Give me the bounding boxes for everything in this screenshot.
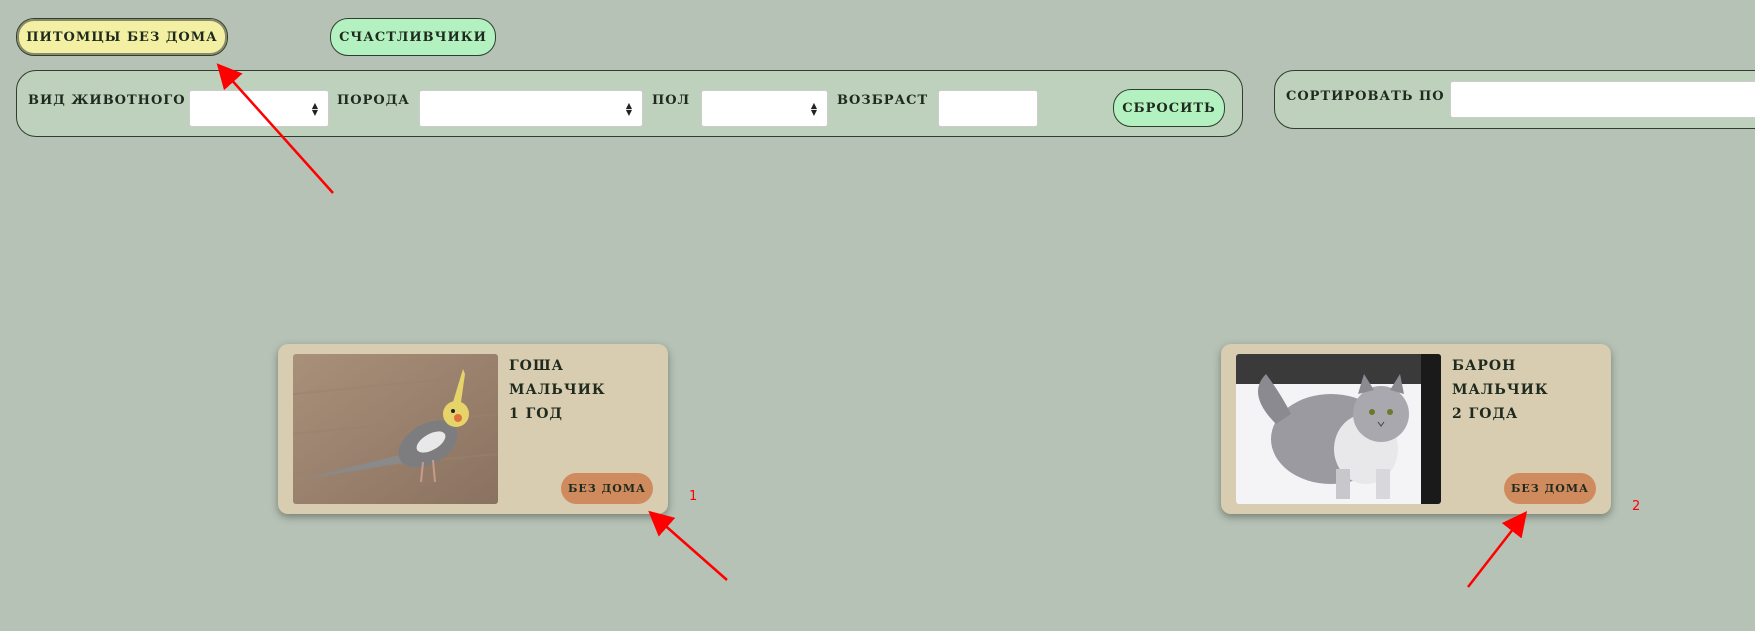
breed-label: порода — [337, 93, 410, 108]
pet-info: барон мальчик 2 года — [1452, 354, 1549, 426]
status-button[interactable]: без дома — [561, 473, 653, 504]
select-arrows-icon: ▲ ▼ — [311, 100, 318, 117]
tab-homeless-pets[interactable]: питомцы без дома — [16, 18, 228, 56]
species-select[interactable]: ▲ ▼ — [189, 90, 329, 127]
reset-button[interactable]: сбросить — [1113, 89, 1225, 127]
pet-info: гоша мальчик 1 год — [509, 354, 606, 426]
filter-panel: вид животного ▲ ▼ порода ▲ ▼ пол ▲ ▼ возбра… — [16, 70, 1243, 137]
pet-card[interactable]: гоша мальчик 1 год без дома — [278, 344, 668, 514]
arrow-to-status-1 — [648, 510, 728, 581]
pet-name: барон — [1452, 358, 1517, 374]
sort-input[interactable] — [1450, 81, 1755, 118]
cat-photo — [1236, 354, 1441, 504]
annotation-marker-1: 1 — [689, 489, 698, 504]
sex-label: пол — [652, 93, 691, 108]
sex-select[interactable]: ▲ ▼ — [701, 90, 828, 127]
pet-name: гоша — [509, 358, 565, 374]
pet-age: 1 год — [509, 406, 563, 422]
pet-sex: мальчик — [1452, 382, 1549, 398]
select-arrows-icon: ▲ ▼ — [810, 100, 817, 117]
select-arrows-icon: ▲ ▼ — [625, 100, 632, 117]
sort-label: сортировать по — [1286, 89, 1445, 104]
annotation-marker-2: 2 — [1632, 499, 1641, 514]
age-input[interactable] — [938, 90, 1038, 127]
pet-card[interactable]: барон мальчик 2 года без дома — [1221, 344, 1611, 514]
age-label: возбраст — [837, 93, 929, 108]
pet-age: 2 года — [1452, 406, 1519, 422]
pet-sex: мальчик — [509, 382, 606, 398]
tab-lucky-pets[interactable]: счастливчики — [330, 18, 496, 56]
species-label: вид животного — [28, 93, 186, 108]
cockatiel-photo — [293, 354, 498, 504]
arrow-to-status-2 — [1467, 511, 1528, 588]
breed-select[interactable]: ▲ ▼ — [419, 90, 643, 127]
sort-panel: сортировать по — [1274, 70, 1755, 129]
status-button[interactable]: без дома — [1504, 473, 1596, 504]
